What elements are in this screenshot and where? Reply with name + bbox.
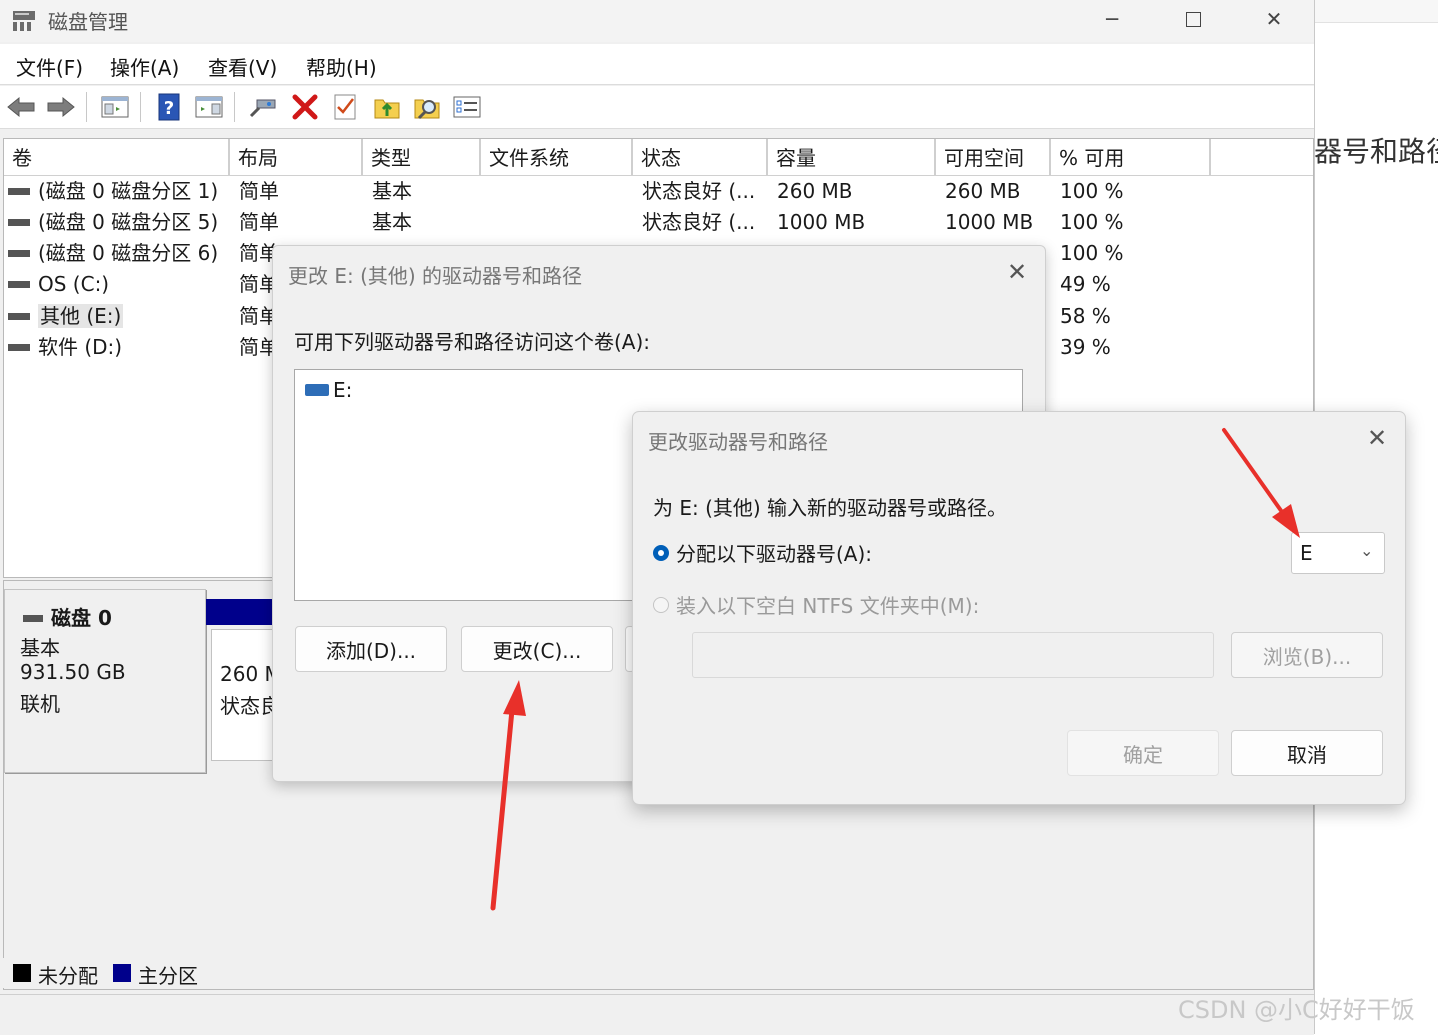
- watermark: CSDN @小C好好干饭: [1178, 996, 1415, 1024]
- annotation-arrow-to-drive-letter: [1222, 428, 1300, 538]
- annotation-arrows: [490, 428, 1300, 911]
- annotation-arrow-to-change-button: [490, 680, 526, 911]
